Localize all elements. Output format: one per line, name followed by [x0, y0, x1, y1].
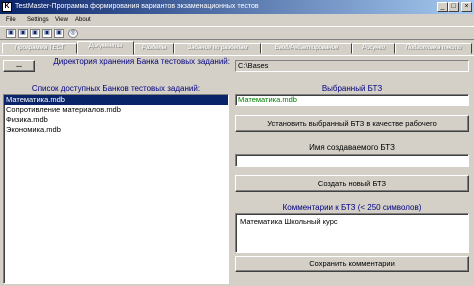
title-bar: K TestMaster-Программа формирования вари… [0, 0, 474, 14]
close-button[interactable]: × [461, 2, 472, 12]
selected-bank-title: Выбранный БТЗ [321, 84, 383, 93]
minimize-button[interactable]: _ [437, 2, 448, 12]
browse-button[interactable]: ... [3, 60, 35, 72]
comments-title: Комментарии к БТЗ (< 250 символов) [282, 203, 422, 212]
menu-about[interactable]: About [75, 16, 91, 24]
new-bank-name-input[interactable] [235, 154, 469, 167]
selected-bank-field: Математика.mdb [235, 94, 469, 106]
bank-list[interactable]: Математика.mdb Сопротивление материалов.… [3, 94, 229, 284]
menu-bar: File Settings View About [0, 14, 474, 26]
bank-list-item[interactable]: Физика.mdb [4, 115, 228, 125]
tab-program-test[interactable]: Программа ТЕСТ [2, 43, 77, 54]
bank-list-title: Список доступных Банков тестовых заданий… [31, 84, 201, 93]
tab-tasks-by-section[interactable]: Задания по разделам [174, 43, 261, 54]
tool-3-icon[interactable]: ▣ [30, 29, 40, 38]
tab-strip: Программа ТЕСТ Документы Разделы Задания… [0, 41, 474, 55]
app-icon: K [2, 2, 12, 12]
menu-file[interactable]: File [6, 16, 16, 24]
save-comments-button[interactable]: Сохранить комментарии [235, 256, 469, 272]
directory-path-field: C:\Bases [235, 60, 469, 72]
directory-label: Директория хранения Банка тестовых задан… [53, 57, 230, 66]
menu-view[interactable]: View [55, 16, 68, 24]
tab-pictures[interactable]: Рисунки [352, 43, 395, 54]
comments-textarea[interactable]: Математика Школьный курс [235, 213, 469, 253]
tool-6-icon[interactable]: ◎ [68, 29, 78, 38]
tab-sections[interactable]: Разделы [134, 43, 174, 54]
tab-documents[interactable]: Документы [77, 41, 134, 55]
set-working-bank-button[interactable]: Установить выбранный БТЗ в качестве рабо… [235, 115, 469, 132]
window-title: TestMaster-Программа формирования вариан… [15, 3, 259, 10]
tool-5-icon[interactable]: ▣ [54, 29, 64, 38]
toolbar: ▣ ▣ ▣ ▣ ▣ ◎ [0, 26, 474, 40]
tool-4-icon[interactable]: ▣ [42, 29, 52, 38]
bank-list-item[interactable]: Математика.mdb [4, 95, 228, 105]
tool-2-icon[interactable]: ▣ [18, 29, 28, 38]
bank-list-item[interactable]: Экономика.mdb [4, 125, 228, 135]
bank-list-item[interactable]: Сопротивление материалов.mdb [4, 105, 228, 115]
menu-settings[interactable]: Settings [27, 16, 49, 24]
tab-prepare-tests[interactable]: Подготовка тести [395, 43, 472, 54]
tab-edit[interactable]: Ввод/Редактирование [261, 43, 352, 54]
tool-1-icon[interactable]: ▣ [6, 29, 16, 38]
maximize-button[interactable]: □ [448, 2, 459, 12]
create-bank-button[interactable]: Создать новый БТЗ [235, 175, 469, 192]
new-bank-name-title: Имя создаваемого БТЗ [309, 143, 395, 152]
